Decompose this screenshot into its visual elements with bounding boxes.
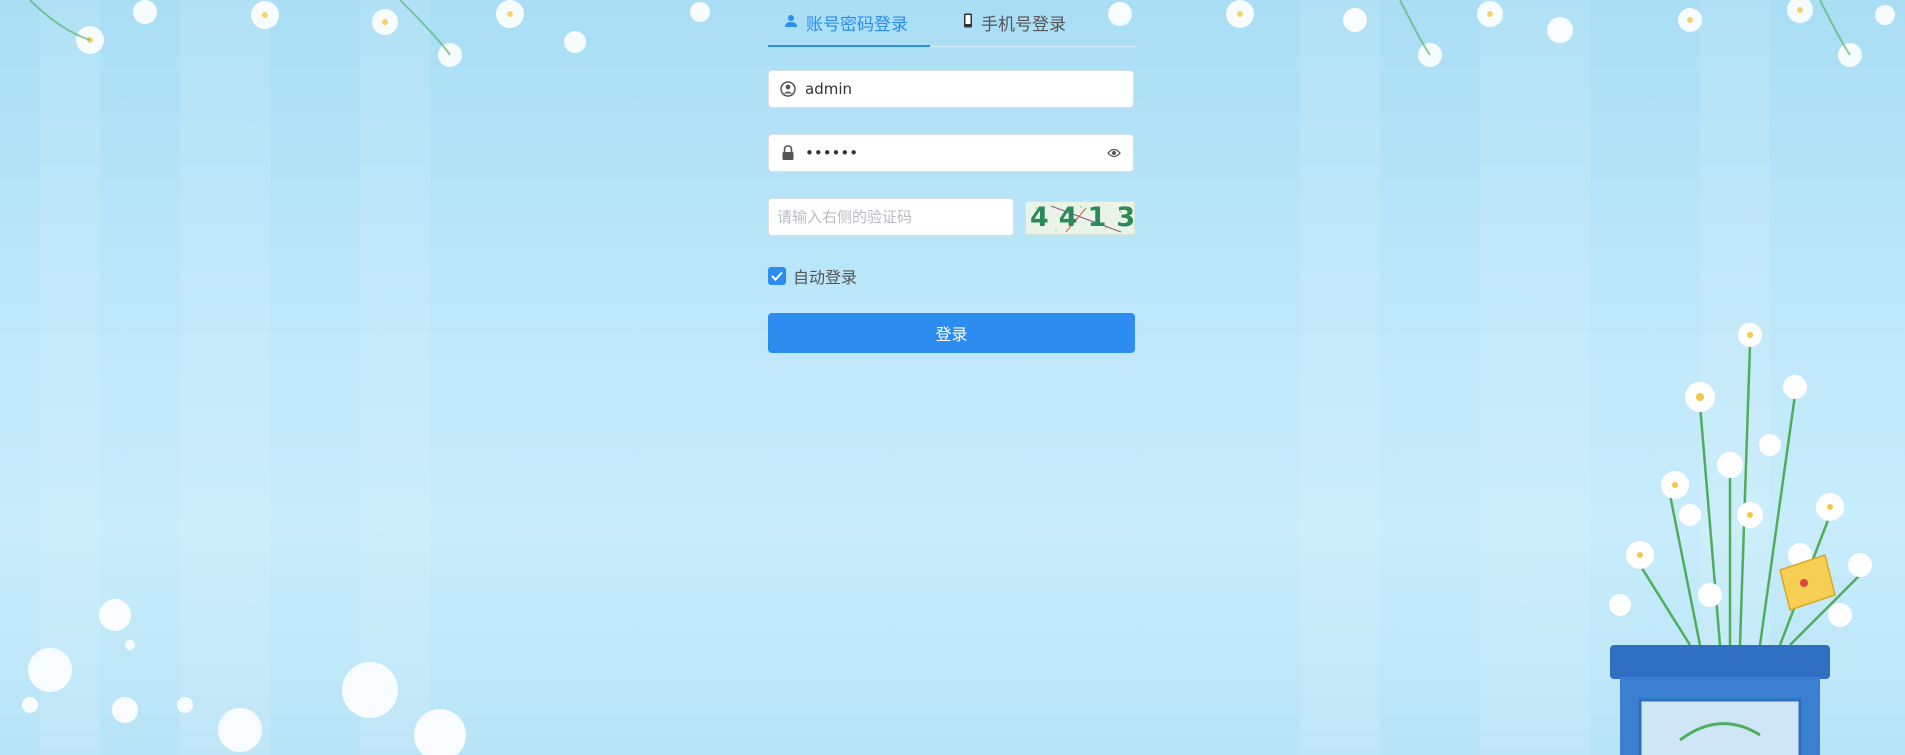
flower-pot-decoration bbox=[1609, 323, 1872, 755]
tab-account-label: 账号密码登录 bbox=[806, 15, 908, 35]
user-icon bbox=[784, 13, 798, 33]
captcha-field bbox=[768, 198, 1014, 236]
checkbox-checked-icon[interactable] bbox=[768, 267, 786, 285]
login-panel: 账号密码登录 手机号登录 admin •••••• 请输入右侧的验证码 4413… bbox=[768, 0, 1136, 353]
lock-icon bbox=[775, 145, 801, 161]
eye-icon[interactable] bbox=[1101, 148, 1127, 158]
captcha-input[interactable] bbox=[769, 199, 1013, 235]
password-input[interactable] bbox=[801, 135, 1101, 171]
flower-decoration-bottom-left bbox=[22, 599, 466, 755]
tab-account-login[interactable]: 账号密码登录 bbox=[784, 10, 908, 35]
username-input[interactable] bbox=[801, 71, 1133, 107]
tab-phone-label: 手机号登录 bbox=[981, 15, 1066, 35]
username-field bbox=[768, 70, 1134, 108]
tab-phone-login[interactable]: 手机号登录 bbox=[963, 10, 1066, 35]
captcha-image[interactable]: 4413 bbox=[1025, 201, 1135, 235]
auto-login-option[interactable]: 自动登录 bbox=[768, 264, 857, 288]
user-circle-icon bbox=[775, 81, 801, 97]
captcha-text: 4413 bbox=[1030, 202, 1135, 233]
active-tab-indicator bbox=[768, 45, 930, 47]
login-button[interactable]: 登录 bbox=[768, 313, 1135, 353]
auto-login-label: 自动登录 bbox=[793, 268, 858, 287]
background bbox=[0, 0, 1905, 755]
login-tabs: 账号密码登录 手机号登录 bbox=[768, 0, 1136, 47]
mobile-icon bbox=[963, 13, 973, 33]
password-field bbox=[768, 134, 1134, 172]
